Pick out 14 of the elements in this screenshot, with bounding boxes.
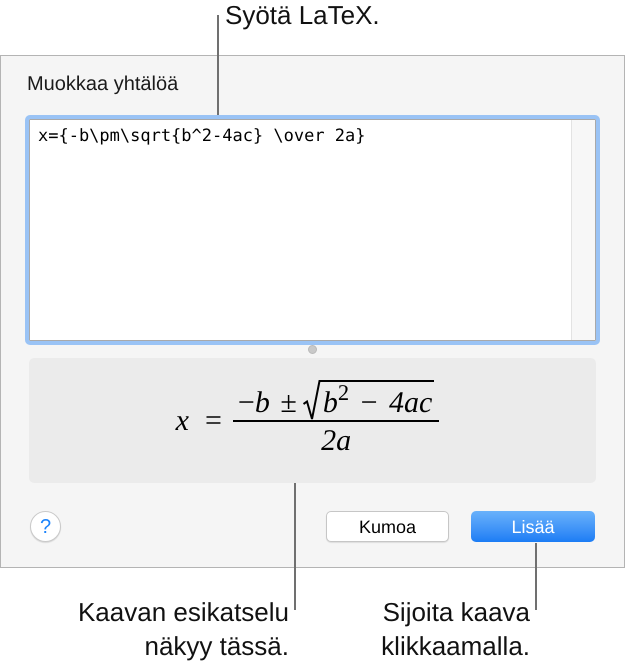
equals-sign: = bbox=[205, 404, 222, 438]
help-button[interactable]: ? bbox=[30, 511, 61, 542]
callout-text: Kaavan esikatselu näkyy tässä. bbox=[78, 596, 289, 663]
latex-input-field[interactable]: x={-b\pm\sqrt{b^2-4ac} \over 2a} bbox=[25, 115, 600, 345]
dialog-title: Muokkaa yhtälöä bbox=[27, 72, 178, 96]
numerator-text: −b ± bbox=[238, 386, 297, 420]
square-root-icon bbox=[302, 380, 321, 420]
callout-text: Syötä LaTeX. bbox=[225, 0, 380, 30]
resize-handle[interactable] bbox=[308, 345, 317, 354]
formula-variable: x bbox=[176, 404, 189, 438]
callout-text: Sijoita kaava klikkaamalla. bbox=[381, 596, 530, 663]
denominator-text: 2a bbox=[321, 424, 352, 458]
leader-line bbox=[535, 543, 537, 610]
cancel-button[interactable]: Kumoa bbox=[326, 511, 449, 542]
